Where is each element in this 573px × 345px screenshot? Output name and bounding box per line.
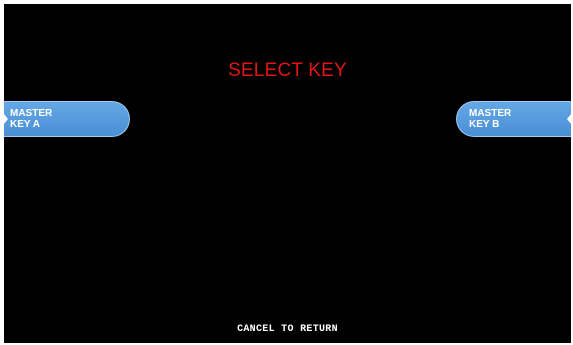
atm-frame: SELECT KEY MASTER KEY A MASTER KEY B CAN… [0, 0, 573, 345]
cancel-instruction: CANCEL TO RETURN [237, 324, 338, 335]
page-title: SELECT KEY [228, 60, 347, 81]
master-key-b-line2: KEY B [469, 119, 500, 130]
left-pointer-icon [4, 114, 8, 124]
atm-screen: SELECT KEY MASTER KEY A MASTER KEY B CAN… [4, 4, 571, 343]
master-key-b-button[interactable]: MASTER KEY B [456, 101, 571, 137]
master-key-b-line1: MASTER [469, 108, 512, 119]
master-key-a-button[interactable]: MASTER KEY A [4, 101, 130, 137]
master-key-a-line2: KEY A [10, 119, 41, 130]
right-pointer-icon [567, 114, 571, 124]
master-key-a-line1: MASTER [10, 108, 53, 119]
